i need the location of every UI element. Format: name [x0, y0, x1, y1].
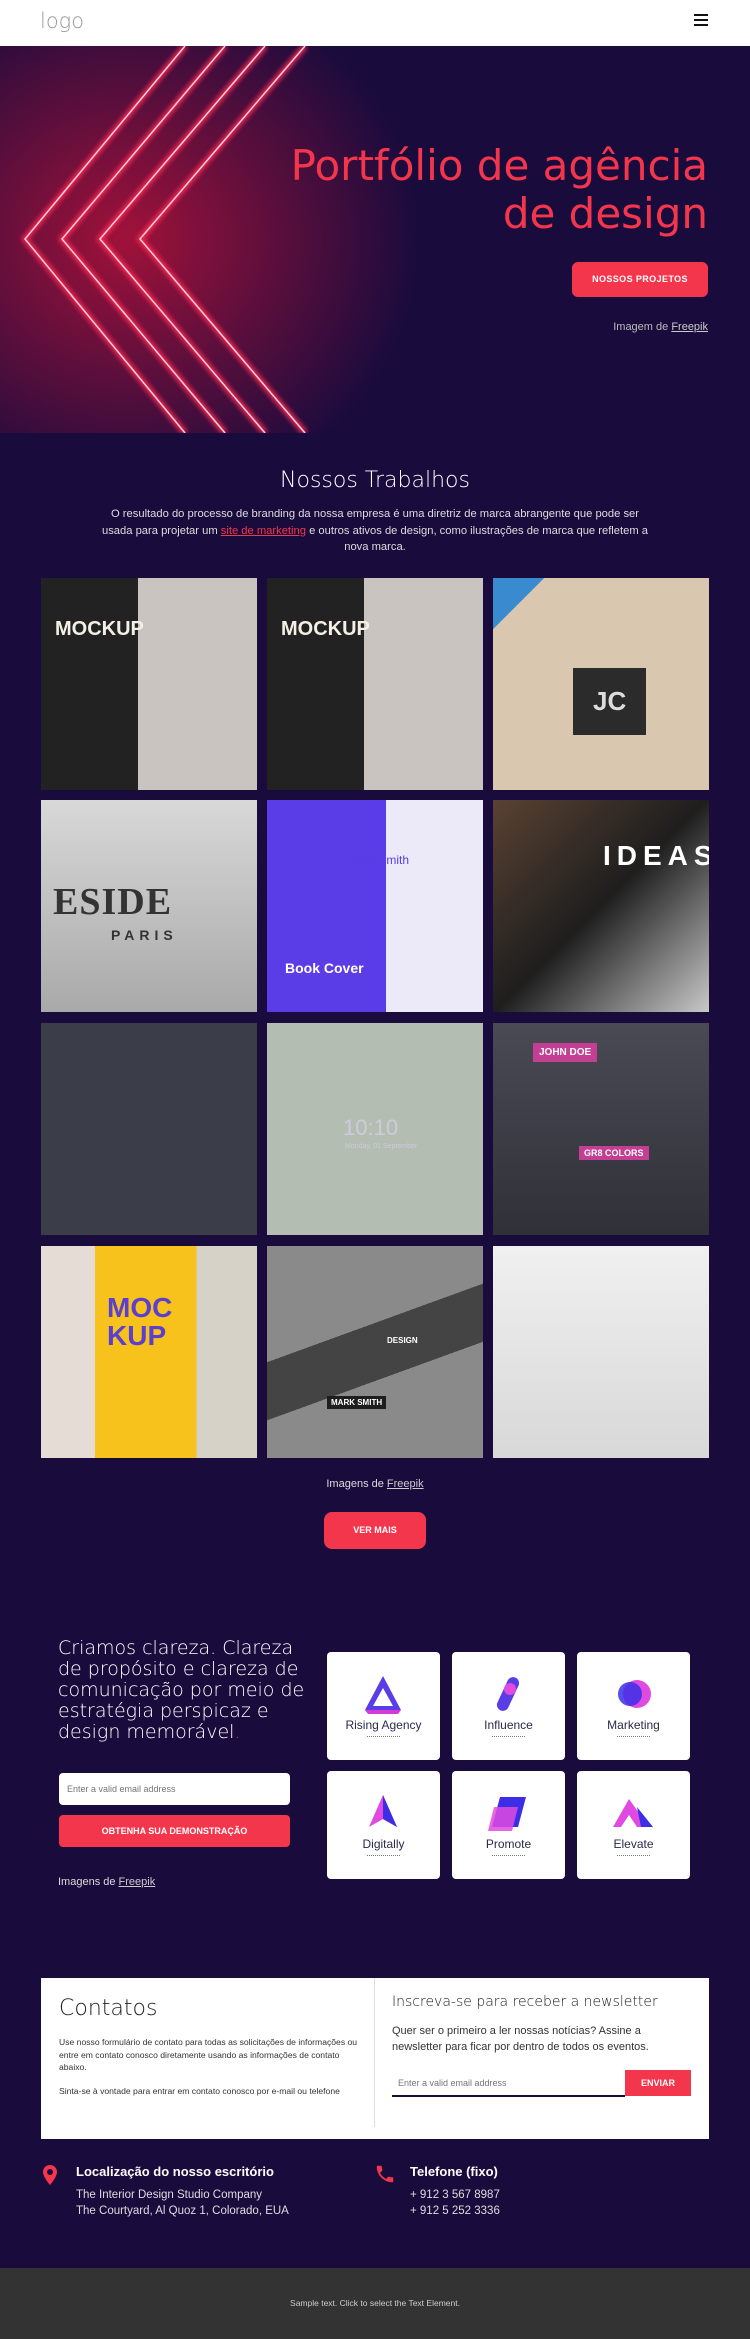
hero-section: Portfólio de agência de design NOSSOS PR…	[0, 46, 750, 433]
image-lettering: MOC KUP	[107, 1292, 173, 1351]
gallery-image[interactable]	[41, 1023, 257, 1235]
contact-box: Contatos Use nosso formulário de contato…	[41, 1978, 709, 2139]
accent-dot: .	[234, 1721, 241, 1743]
gallery-image[interactable]: IDEAS	[493, 800, 709, 1012]
credit-prefix: Imagens de	[326, 1478, 387, 1490]
image-lettering: JOHN DOE	[533, 1043, 598, 1062]
header: logo	[0, 0, 750, 46]
tagline-line	[367, 1736, 400, 1737]
location-title: Localização do nosso escritório	[76, 2164, 274, 2179]
location-line: The Courtyard, Al Quoz 1, Colorado, EUA	[76, 2205, 289, 2217]
tagline-line	[492, 1855, 525, 1856]
newsletter-description: Quer ser o primeiro a ler nossas notícia…	[392, 2025, 649, 2053]
divider	[374, 1978, 375, 2127]
tagline-line	[367, 1855, 400, 1856]
gallery-image[interactable]: JOHN DOE GR8 COLORS	[493, 1023, 709, 1235]
logo-card[interactable]: Elevate	[577, 1771, 690, 1879]
brand-logo-icon	[496, 1677, 520, 1711]
brand-logo-icon	[613, 1799, 653, 1827]
neon-lines-image	[0, 46, 420, 433]
image-sub-lettering: Monday, 01 September	[345, 1143, 418, 1150]
freepik-link[interactable]: Freepik	[671, 321, 708, 333]
location-line: The Interior Design Studio Company	[76, 2189, 263, 2201]
gallery-image[interactable]: MOC KUP	[41, 1246, 257, 1458]
logo-card[interactable]: Digitally	[327, 1771, 440, 1879]
phone-title: Telefone (fixo)	[410, 2164, 498, 2179]
hero-title: Portfólio de agência de design	[290, 141, 708, 238]
brand-name: Digitally	[362, 1837, 405, 1851]
newsletter-title: Inscreva-se para receber a newsletter	[392, 1994, 658, 2010]
location-pin-icon	[43, 2165, 57, 2185]
gallery-credit: Imagens de Freepik	[0, 1478, 750, 1490]
tagline-line	[617, 1855, 650, 1856]
clarity-heading: Criamos clareza. Clareza de propósito e …	[58, 1638, 308, 1743]
brand-name: Elevate	[613, 1837, 654, 1851]
image-lettering: Book Cover	[285, 960, 364, 976]
image-credit: Imagem de Freepik	[613, 321, 708, 333]
phone-number: + 912 3 567 8987	[410, 2189, 500, 2201]
get-demo-button[interactable]: OBTENHA SUA DEMONSTRAÇÃO	[59, 1815, 290, 1847]
logo-card[interactable]: Marketing	[577, 1652, 690, 1760]
logo-card[interactable]: Promote	[452, 1771, 565, 1879]
image-sub-lettering: MARK SMITH	[327, 1396, 387, 1409]
gallery-image[interactable]: MOCKUP	[267, 578, 483, 790]
newsletter-email-input[interactable]	[392, 2071, 625, 2097]
see-more-button[interactable]: VER MAIS	[324, 1512, 426, 1549]
logo[interactable]: logo	[40, 9, 84, 33]
clarity-text: Criamos clareza. Clareza de propósito e …	[58, 1637, 305, 1743]
brand-logo-icon	[488, 1797, 526, 1831]
logos-credit: Imagens de Freepik	[58, 1876, 155, 1888]
image-sub-lettering: John Smith	[349, 853, 410, 867]
tagline-line	[617, 1736, 650, 1737]
brand-name: Marketing	[607, 1718, 660, 1732]
hamburger-icon[interactable]	[694, 14, 708, 28]
gallery-image[interactable]: Book Cover John Smith	[267, 800, 483, 1012]
gallery-image[interactable]: JC	[493, 578, 709, 790]
footer: Sample text. Click to select the Text El…	[0, 2268, 750, 2339]
footer-text[interactable]: Sample text. Click to select the Text El…	[0, 2298, 750, 2308]
freepik-link[interactable]: Freepik	[119, 1876, 156, 1888]
image-lettering: DESIGN	[387, 1336, 418, 1345]
image-lettering: MOCKUP	[55, 618, 144, 640]
gallery-image[interactable]	[493, 1246, 709, 1458]
logo-card[interactable]: Rising Agency	[327, 1652, 440, 1760]
image-lettering: MOCKUP	[281, 618, 370, 640]
gallery-image[interactable]: MOCKUP	[41, 578, 257, 790]
send-button[interactable]: ENVIAR	[625, 2070, 691, 2096]
brand-logo-icon	[369, 1795, 397, 1827]
works-description: O resultado do processo de branding da n…	[100, 506, 650, 556]
desc-text: e outros ativos de design, como ilustraç…	[305, 524, 648, 554]
credit-prefix: Imagens de	[58, 1876, 119, 1888]
our-projects-button[interactable]: NOSSOS PROJETOS	[572, 262, 708, 297]
image-lettering: 10:10	[343, 1115, 399, 1140]
marketing-site-link[interactable]: site de marketing	[221, 525, 306, 537]
image-sub-lettering: GR8 COLORS	[579, 1146, 649, 1160]
credit-prefix: Imagem de	[613, 321, 672, 333]
brand-name: Promote	[485, 1837, 532, 1851]
phone-number: + 912 5 252 3336	[410, 2205, 500, 2217]
image-sub-lettering: PARIS	[111, 927, 178, 943]
freepik-link[interactable]: Freepik	[387, 1478, 424, 1490]
contact-title: Contatos	[59, 1996, 158, 2021]
logo-card[interactable]: Influence	[452, 1652, 565, 1760]
brand-logo-icon	[618, 1680, 651, 1708]
image-lettering: JC	[573, 668, 647, 735]
tagline-line	[492, 1736, 525, 1737]
image-lettering: ESIDE	[53, 881, 173, 923]
brand-logo-icon	[365, 1676, 401, 1714]
contact-text: Use nosso formulário de contato para tod…	[59, 2037, 358, 2072]
brand-name: Influence	[484, 1718, 533, 1732]
gallery-image[interactable]: 10:10 Monday, 01 September	[267, 1023, 483, 1235]
contact-text: Sinta-se à vontade para entrar em contat…	[59, 2086, 340, 2096]
demo-email-input[interactable]	[59, 1773, 290, 1805]
gallery-image[interactable]: DESIGN MARK SMITH	[267, 1246, 483, 1458]
brand-name: Rising Agency	[345, 1718, 422, 1732]
works-title: Nossos Trabalhos	[280, 468, 470, 493]
phone-icon	[376, 2165, 394, 2183]
image-lettering: IDEAS	[603, 840, 709, 871]
gallery-image[interactable]: ESIDE PARIS	[41, 800, 257, 1012]
